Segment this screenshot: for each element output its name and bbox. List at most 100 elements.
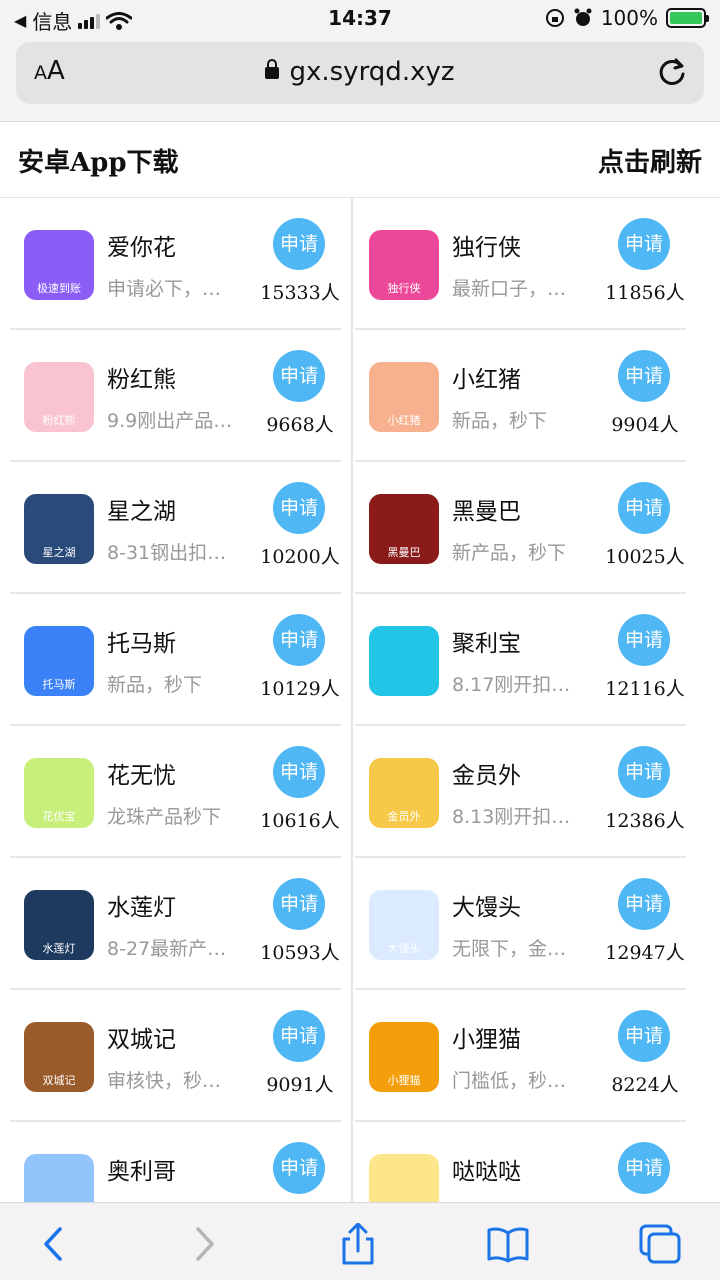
soldiers-icon[interactable]: 双城记 xyxy=(24,1022,94,1092)
applicant-count: 10616人 xyxy=(260,810,340,832)
bun-icon[interactable]: 大馒头 xyxy=(369,890,439,960)
back-chevron-icon[interactable] xyxy=(32,1223,76,1265)
heart-icon[interactable]: 极速到账 xyxy=(24,230,94,300)
snake-icon[interactable]: 黑曼巴 xyxy=(369,494,439,564)
app-icon-label: 托马斯 xyxy=(42,678,76,691)
apply-button[interactable]: 申请 xyxy=(618,878,670,930)
apply-button[interactable]: 申请 xyxy=(273,1010,325,1062)
status-bar: ◀ 信息 14:37 100% xyxy=(0,0,720,38)
applicant-count: 10025人 xyxy=(605,546,685,568)
n-logo-icon[interactable] xyxy=(369,626,439,696)
pig-icon[interactable]: 小红猪 xyxy=(369,362,439,432)
app-card[interactable]: 水莲灯 水莲灯 8-27最新产… 申请 10593人 xyxy=(0,858,345,990)
app-name: 哒哒哒 xyxy=(452,1159,521,1185)
apply-button[interactable]: 申请 xyxy=(618,1142,670,1194)
apply-button[interactable]: 申请 xyxy=(618,1010,670,1062)
apply-button[interactable]: 申请 xyxy=(273,350,325,402)
forward-chevron-icon[interactable] xyxy=(182,1223,226,1265)
share-icon[interactable] xyxy=(336,1223,380,1265)
url-text: gx.syrqd.xyz xyxy=(289,57,455,87)
battery-icon xyxy=(666,8,709,28)
lock-icon xyxy=(265,59,280,79)
page-header: 安卓App下载 点击刷新 xyxy=(0,122,720,198)
apply-button[interactable]: 申请 xyxy=(618,614,670,666)
apply-button[interactable]: 申请 xyxy=(273,746,325,798)
applicant-count: 10200人 xyxy=(260,546,340,568)
apply-button[interactable]: 申请 xyxy=(618,482,670,534)
app-icon-label: 黑曼巴 xyxy=(387,546,421,559)
refresh-link[interactable]: 点击刷新 xyxy=(598,142,702,179)
raccoon-icon[interactable]: 小狸猫 xyxy=(369,1022,439,1092)
app-description: 龙珠产品秒下 xyxy=(107,806,222,828)
smile-icon[interactable]: 花优宝 xyxy=(24,758,94,828)
app-name: 小红猪 xyxy=(452,367,521,393)
app-icon-label: 大馒头 xyxy=(387,942,421,955)
rotation-lock-icon xyxy=(545,9,564,27)
app-name: 小狸猫 xyxy=(452,1027,521,1053)
app-card[interactable]: 金员外 金员外 8.13刚开扣… 申请 12386人 xyxy=(345,726,690,858)
browser-toolbar xyxy=(0,1202,720,1280)
reload-icon[interactable] xyxy=(654,54,690,90)
app-grid: 极速到账 爱你花 申请必下，… 申请 15333人 独行侠 独行侠 最新口子，… 申请 11856… xyxy=(0,198,720,1202)
kid-icon[interactable] xyxy=(369,1154,439,1202)
app-card[interactable]: 黑曼巴 黑曼巴 新产品，秒下 申请 10025人 xyxy=(345,462,690,594)
applicant-count: 12386人 xyxy=(605,810,685,832)
app-icon-label: 独行侠 xyxy=(387,282,421,295)
app-card[interactable]: 双城记 双城记 审核快，秒… 申请 9091人 xyxy=(0,990,345,1122)
hero-icon[interactable]: 独行侠 xyxy=(369,230,439,300)
app-name: 大馒头 xyxy=(452,895,521,921)
app-card[interactable]: 奥利哥 申请 xyxy=(0,1122,345,1202)
app-card[interactable]: 星之湖 星之湖 8-31钢出扣… 申请 10200人 xyxy=(0,462,345,594)
lotus-icon[interactable]: 水莲灯 xyxy=(24,890,94,960)
app-card[interactable]: 聚利宝 8.17刚开扣… 申请 12116人 xyxy=(345,594,690,726)
face-icon[interactable] xyxy=(24,1154,94,1202)
app-icon-label: 金员外 xyxy=(387,810,421,823)
app-icon-label: 花优宝 xyxy=(42,810,76,823)
applicant-count: 8224人 xyxy=(611,1074,679,1096)
browser-top-bar: AA gx.syrqd.xyz xyxy=(0,38,720,122)
bear-icon[interactable]: 粉红熊 xyxy=(24,362,94,432)
app-name: 花无忧 xyxy=(107,763,176,789)
app-card[interactable]: 小红猪 小红猪 新品，秒下 申请 9904人 xyxy=(345,330,690,462)
app-card[interactable]: 哒哒哒 申请 xyxy=(345,1122,690,1202)
app-icon-label: 极速到账 xyxy=(37,282,81,295)
app-description: 9.9刚出产品 … xyxy=(107,410,237,432)
app-icon-label: 小红猪 xyxy=(387,414,421,427)
app-card[interactable]: 大馒头 大馒头 无限下，金… 申请 12947人 xyxy=(345,858,690,990)
app-description: 最新口子，… xyxy=(452,278,567,300)
app-name: 双城记 xyxy=(107,1027,176,1053)
merchant-icon[interactable]: 金员外 xyxy=(369,758,439,828)
applicant-count: 11856人 xyxy=(605,282,685,304)
app-description: 8-27最新产… xyxy=(107,938,227,960)
app-name: 水莲灯 xyxy=(107,895,176,921)
apply-button[interactable]: 申请 xyxy=(618,218,670,270)
address-bar[interactable]: AA gx.syrqd.xyz xyxy=(16,42,704,104)
app-description: 8.17刚开扣… xyxy=(452,674,571,696)
app-icon-label: 小狸猫 xyxy=(387,1074,421,1087)
applicant-count: 10129人 xyxy=(260,678,340,700)
apply-button[interactable]: 申请 xyxy=(273,614,325,666)
app-card[interactable]: 粉红熊 粉红熊 9.9刚出产品 … 申请 9668人 xyxy=(0,330,345,462)
apply-button[interactable]: 申请 xyxy=(618,746,670,798)
app-name: 粉红熊 xyxy=(107,367,176,393)
app-card[interactable]: 极速到账 爱你花 申请必下，… 申请 15333人 xyxy=(0,198,345,330)
app-card[interactable]: 花优宝 花无忧龙珠产品秒下 申请 10616人 xyxy=(0,726,345,858)
apply-button[interactable]: 申请 xyxy=(273,1142,325,1194)
app-card[interactable]: 托马斯 托马斯 新品，秒下 申请 10129人 xyxy=(0,594,345,726)
bookmarks-icon[interactable] xyxy=(486,1223,530,1265)
tabs-icon[interactable] xyxy=(638,1223,682,1265)
lake-icon[interactable]: 星之湖 xyxy=(24,494,94,564)
train-icon[interactable]: 托马斯 xyxy=(24,626,94,696)
apply-button[interactable]: 申请 xyxy=(618,350,670,402)
apply-button[interactable]: 申请 xyxy=(273,878,325,930)
apply-button[interactable]: 申请 xyxy=(273,218,325,270)
app-description: 8-31钢出扣… xyxy=(107,542,227,564)
app-description: 无限下，金… xyxy=(452,938,567,960)
app-description: 申请必下，… xyxy=(107,278,222,300)
app-card[interactable]: 小狸猫 小狸猫 门槛低，秒… 申请 8224人 xyxy=(345,990,690,1122)
app-card[interactable]: 独行侠 独行侠 最新口子，… 申请 11856人 xyxy=(345,198,690,330)
apply-button[interactable]: 申请 xyxy=(273,482,325,534)
app-icon-label: 星之湖 xyxy=(42,546,76,559)
app-name: 爱你花 xyxy=(107,235,176,261)
app-icon-label: 粉红熊 xyxy=(42,414,76,427)
